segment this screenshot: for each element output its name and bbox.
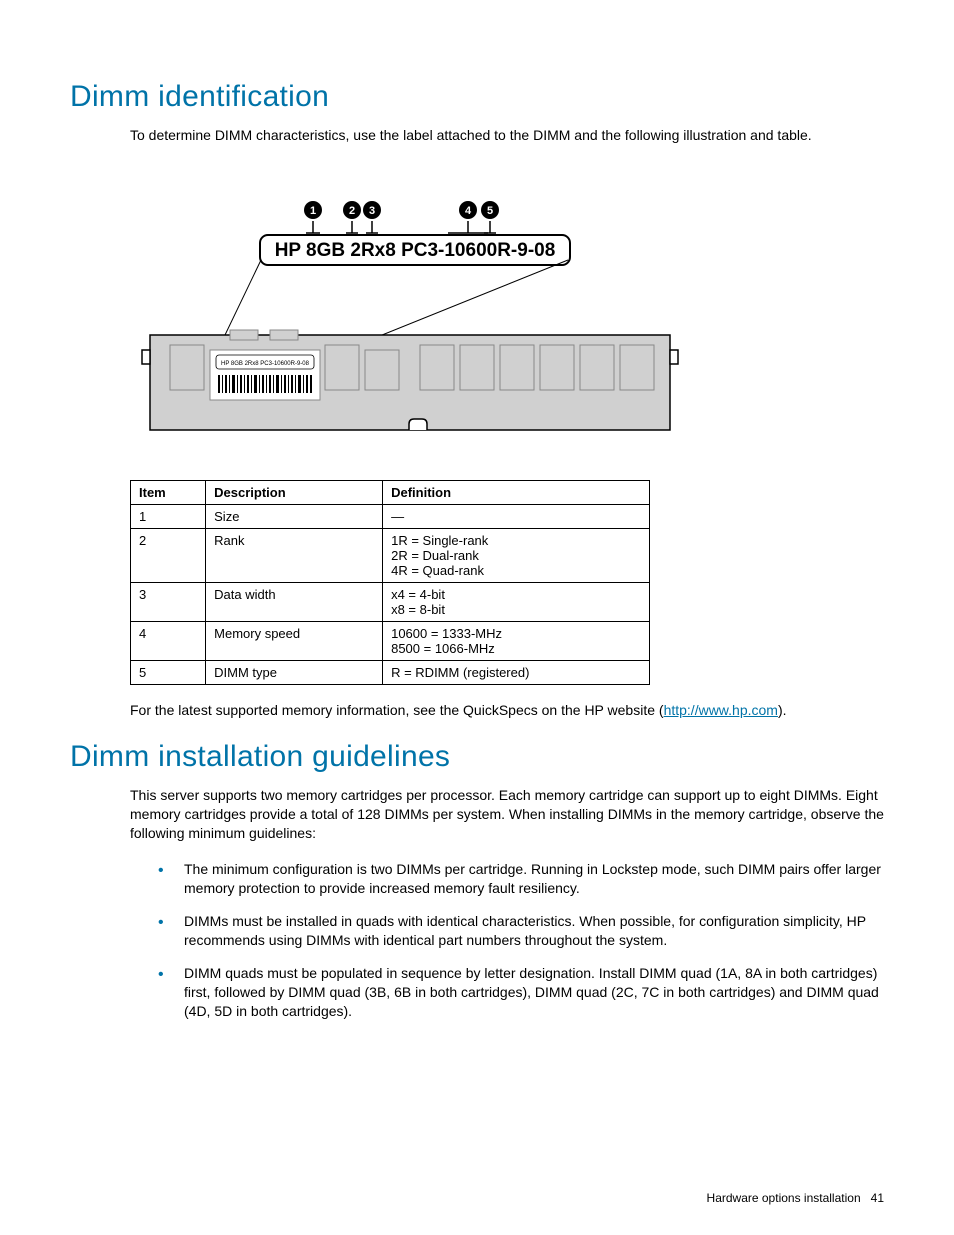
table-row: 3 Data width x4 = 4-bit x8 = 8-bit (131, 582, 650, 621)
table-row: 2 Rank 1R = Single-rank 2R = Dual-rank 4… (131, 528, 650, 582)
dimm-definition-table: Item Description Definition 1 Size — 2 R… (130, 480, 650, 685)
svg-text:5: 5 (487, 205, 493, 217)
guideline-list: The minimum configuration is two DIMMs p… (158, 860, 884, 1020)
outro-text-1: For the latest supported memory informat… (130, 701, 884, 720)
dimm-label-text: HP 8GB 2Rx8 PC3-10600R-9-08 (275, 240, 556, 261)
col-header-description: Description (206, 480, 383, 504)
dimm-label-small: HP 8GB 2Rx8 PC3-10600R-9-08 (221, 361, 310, 367)
list-item: The minimum configuration is two DIMMs p… (158, 860, 884, 898)
list-item: DIMM quads must be populated in sequence… (158, 964, 884, 1021)
callout-markers: 1 2 3 4 5 (304, 201, 499, 219)
table-row: 5 DIMM type R = RDIMM (registered) (131, 660, 650, 684)
svg-text:4: 4 (465, 205, 472, 217)
intro-text-1: To determine DIMM characteristics, use t… (130, 126, 884, 145)
col-header-item: Item (131, 480, 206, 504)
svg-text:3: 3 (369, 205, 375, 217)
svg-text:1: 1 (310, 205, 316, 217)
barcode-icon (216, 375, 314, 393)
table-row: 1 Size — (131, 504, 650, 528)
hp-website-link[interactable]: http://www.hp.com (664, 702, 778, 718)
table-row: 4 Memory speed 10600 = 1333-MHz 8500 = 1… (131, 621, 650, 660)
list-item: DIMMs must be installed in quads with id… (158, 912, 884, 950)
svg-text:2: 2 (349, 205, 355, 217)
heading-dimm-installation-guidelines: Dimm installation guidelines (70, 740, 884, 774)
page-footer: Hardware options installation 41 (707, 1191, 884, 1205)
intro-text-2: This server supports two memory cartridg… (130, 786, 884, 843)
heading-dimm-identification: Dimm identification (70, 80, 884, 114)
dimm-label-figure: HP 8GB 2Rx8 PC3-10600R-9-08 1 2 3 4 5 (130, 175, 884, 440)
col-header-definition: Definition (383, 480, 650, 504)
